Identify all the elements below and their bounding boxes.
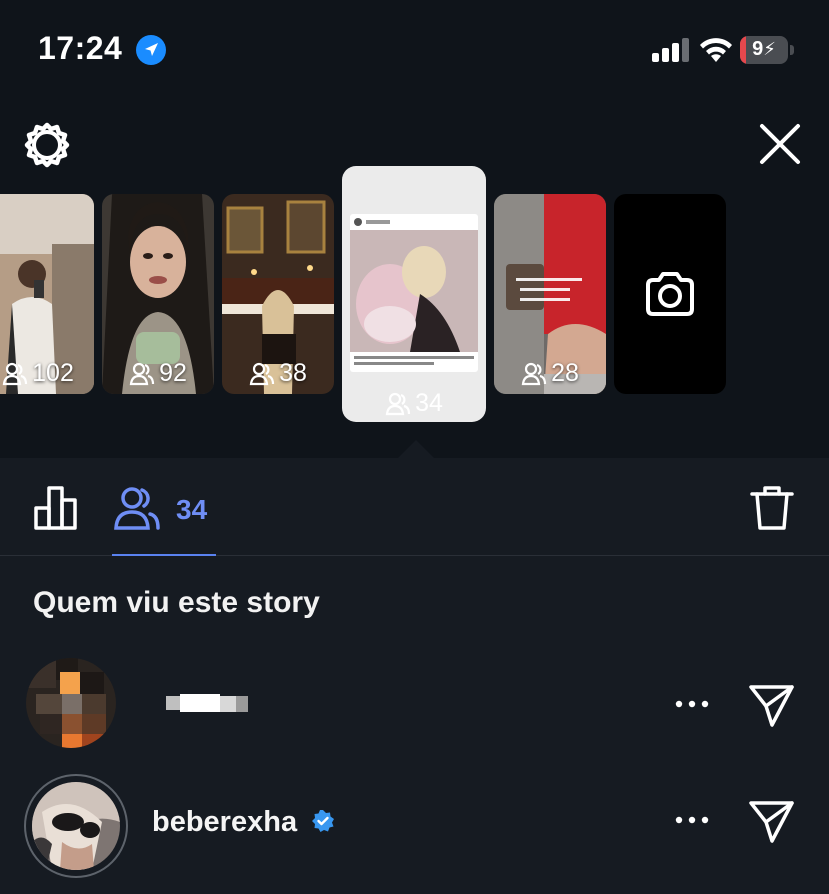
people-icon <box>521 362 547 385</box>
more-options-icon[interactable] <box>674 694 710 714</box>
avatar[interactable] <box>26 658 116 748</box>
tab-viewers[interactable]: 34 <box>112 480 216 556</box>
status-bar: 17:24 9⚡ <box>0 0 829 100</box>
battery-level: 9 <box>752 38 764 60</box>
username-redacted <box>166 694 248 712</box>
username[interactable]: beberexha <box>152 806 297 839</box>
people-icon <box>114 487 160 530</box>
avatar-story-ring[interactable] <box>24 774 128 878</box>
cellular-signal-icon <box>652 38 689 62</box>
story-thumbnail[interactable]: 102 <box>0 194 94 394</box>
battery-charging-icon: 9⚡ <box>740 36 794 64</box>
viewers-sheet: 34 Quem viu este story beberexha <box>0 458 829 894</box>
trash-icon[interactable] <box>748 484 796 532</box>
clock: 17:24 <box>38 30 123 66</box>
viewer-row[interactable] <box>0 658 829 758</box>
story-thumbnail[interactable]: 92 <box>102 194 214 394</box>
send-message-icon[interactable] <box>748 796 796 844</box>
viewers-count: 34 <box>176 494 208 525</box>
send-message-icon[interactable] <box>748 680 796 728</box>
verified-badge-icon <box>312 810 334 832</box>
viewer-row[interactable]: beberexha <box>0 774 829 878</box>
viewer-count: 34 <box>342 389 486 418</box>
people-icon <box>385 392 411 415</box>
people-icon <box>129 362 155 385</box>
camera-icon <box>646 272 694 316</box>
story-carousel: 102 92 38 34 28 <box>0 160 829 460</box>
location-arrow-icon <box>136 35 166 65</box>
viewer-count: 102 <box>0 359 94 388</box>
add-story-button[interactable] <box>614 194 726 394</box>
bar-chart-icon[interactable] <box>32 484 80 532</box>
story-image <box>350 218 478 365</box>
people-icon <box>2 362 28 385</box>
more-options-icon[interactable] <box>674 810 710 830</box>
selection-pointer <box>398 440 434 458</box>
story-thumbnail-selected[interactable]: 34 <box>342 166 486 422</box>
viewer-count: 38 <box>222 359 334 388</box>
story-post-preview <box>350 214 478 372</box>
section-title: Quem viu este story <box>33 586 320 619</box>
wifi-icon <box>700 38 732 62</box>
viewer-count: 92 <box>102 359 214 388</box>
avatar <box>32 782 120 870</box>
sheet-tabs: 34 <box>0 458 829 556</box>
story-thumbnail[interactable]: 38 <box>222 194 334 394</box>
story-thumbnail[interactable]: 28 <box>494 194 606 394</box>
people-icon <box>249 362 275 385</box>
viewer-count: 28 <box>494 359 606 388</box>
